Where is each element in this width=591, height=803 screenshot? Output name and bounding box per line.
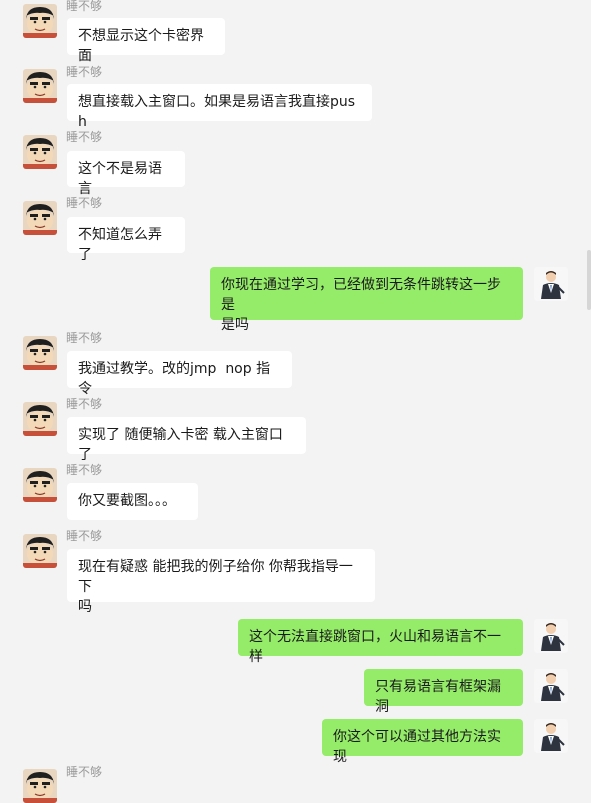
avatar-cartoon-icon[interactable] xyxy=(23,69,57,103)
message-bubble-outgoing[interactable]: 你现在通过学习，已经做到无条件跳转这一步是 是吗 xyxy=(210,267,523,333)
sender-name: 睡不够 xyxy=(66,765,103,779)
message-bubble-outgoing[interactable]: 只有易语言有框架漏洞 xyxy=(364,669,523,715)
sender-name: 睡不够 xyxy=(66,529,103,543)
avatar-cartoon-icon[interactable] xyxy=(23,135,57,169)
sender-name: 睡不够 xyxy=(66,196,103,210)
message-bubble-incoming[interactable]: 不知道怎么弄了 xyxy=(67,217,185,263)
message-bubble-incoming[interactable]: 实现了 随便输入卡密 载入主窗口了 xyxy=(67,417,306,463)
sender-name: 睡不够 xyxy=(66,0,103,13)
message-bubble-incoming[interactable]: 这个不是易语言 xyxy=(67,151,185,197)
scrollbar-thumb[interactable] xyxy=(587,250,591,310)
avatar-cartoon-icon[interactable] xyxy=(23,534,57,568)
avatar-cartoon-icon[interactable] xyxy=(23,336,57,370)
message-bubble-outgoing[interactable]: 你这个可以通过其他方法实现 xyxy=(322,719,523,765)
message-bubble-incoming[interactable]: 我通过教学。改的jmp nop 指令 xyxy=(67,351,292,397)
sender-name: 睡不够 xyxy=(66,331,103,345)
avatar-cartoon-icon[interactable] xyxy=(23,769,57,803)
sender-name: 睡不够 xyxy=(66,463,103,477)
avatar-businessman-icon[interactable] xyxy=(534,267,568,301)
avatar-businessman-icon[interactable] xyxy=(534,719,568,753)
avatar-cartoon-icon[interactable] xyxy=(23,468,57,502)
message-bubble-incoming[interactable]: 你又要截图。。。 xyxy=(67,483,198,520)
avatar-cartoon-icon[interactable] xyxy=(23,402,57,436)
sender-name: 睡不够 xyxy=(66,130,103,144)
avatar-businessman-icon[interactable] xyxy=(534,669,568,703)
message-bubble-incoming[interactable]: 不想显示这个卡密界面 xyxy=(67,18,225,64)
sender-name: 睡不够 xyxy=(66,65,103,79)
message-bubble-incoming[interactable]: 现在有疑惑 能把我的例子给你 你帮我指导一下 吗 xyxy=(67,549,375,615)
sender-name: 睡不够 xyxy=(66,397,103,411)
message-bubble-incoming[interactable]: 想直接载入主窗口。如果是易语言我直接push xyxy=(67,84,372,130)
avatar-cartoon-icon[interactable] xyxy=(23,4,57,38)
avatar-cartoon-icon[interactable] xyxy=(23,201,57,235)
chat-message-list[interactable]: 睡不够 不想显示这个卡密界面 睡不够 想直接载入主窗口。如果是易语言我直接pus… xyxy=(0,0,591,803)
avatar-businessman-icon[interactable] xyxy=(534,619,568,653)
message-bubble-outgoing[interactable]: 这个无法直接跳窗口，火山和易语言不一样 xyxy=(238,619,523,665)
